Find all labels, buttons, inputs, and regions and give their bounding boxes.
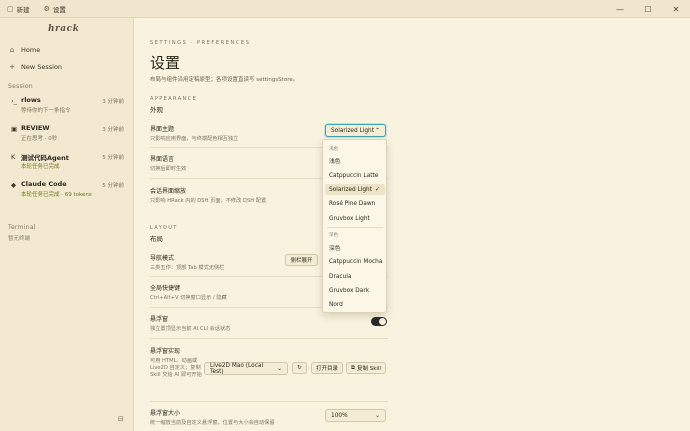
doc-icon: ▣: [11, 125, 18, 133]
check-icon: ✓: [374, 186, 380, 193]
floating-toggle[interactable]: [371, 317, 387, 326]
theme-option[interactable]: Catppuccin Mocha: [325, 256, 385, 267]
session-status: 本轮任务已完成 · 69 tokens: [21, 192, 92, 198]
page-title: 设置: [150, 54, 181, 72]
theme-option[interactable]: Gruvbox Dark: [325, 285, 385, 296]
copy-skill-button[interactable]: ⧉ 复制 Skill: [346, 362, 386, 374]
minimize-icon[interactable]: —: [606, 0, 634, 18]
session-item-claude-code[interactable]: ◆ Claude Code 5 分钟前 本轮任务已完成 · 69 tokens: [8, 178, 126, 200]
floating-size-value: 100%: [331, 412, 348, 419]
file-icon: ▢: [7, 4, 14, 13]
tab-settings-label: 设置: [52, 5, 66, 14]
chevron-down-icon: ⌄: [277, 365, 282, 372]
theme-option[interactable]: Rosé Pine Dawn: [325, 198, 385, 209]
collapse-sidebar-icon[interactable]: ⊟: [118, 415, 124, 423]
settings-main: SETTINGS · PREFERENCES 设置 布局与组件沿用定稿原型；各项…: [134, 18, 690, 431]
copy-icon: ⧉: [351, 364, 355, 371]
theme-option[interactable]: Catppuccin Latte: [325, 170, 385, 181]
session-status: 本轮任务已完成: [21, 164, 60, 170]
open-dir-button[interactable]: 打开目录: [311, 362, 343, 374]
terminal-section-label: Terminal: [8, 224, 36, 231]
refresh-button[interactable]: ↻: [292, 362, 307, 374]
theme-option[interactable]: Dracula: [325, 271, 385, 282]
floating-hint: 独立置顶显示当前 AI CLI 会话状态: [150, 326, 231, 332]
theme-option[interactable]: Gruvbox Light: [325, 213, 385, 224]
agent-icon: K: [11, 153, 16, 161]
divider: [150, 401, 388, 402]
window-controls: — ☐ ✕: [606, 0, 690, 18]
refresh-icon: ↻: [297, 365, 302, 371]
floating-impl-label: 悬浮窗实现: [150, 348, 181, 355]
layout-title: 布局: [150, 235, 163, 243]
floating-impl-row: 悬浮窗实现 可用 HTML、动画或 Live2D 自定义；复制 Skill 交给…: [150, 346, 208, 379]
theme-option[interactable]: 深色: [325, 242, 385, 253]
session-time: 3 分钟前: [102, 99, 124, 105]
theme-dropdown: 浅色 浅色 Catppuccin Latte Solarized Light ✓…: [322, 139, 387, 313]
session-name: rlows: [21, 96, 41, 104]
session-time: 3 分钟前: [102, 127, 124, 133]
session-item-review[interactable]: ▣ REVIEW 3 分钟前 正在思考 · 0秒: [8, 122, 126, 144]
appearance-title: 外观: [150, 106, 163, 114]
sidebar-item-home[interactable]: ⌂ Home: [8, 46, 40, 54]
dropdown-group-dark: 深色: [329, 233, 338, 238]
session-name: 测试代码Agent: [21, 154, 69, 162]
sidebar: hrack ⌂ Home + New Session Session ›_ rl…: [0, 18, 134, 431]
chevron-down-icon: ⌄: [375, 412, 380, 419]
tab-settings[interactable]: ⚙ 设置: [37, 0, 73, 18]
session-item-rlows[interactable]: ›_ rlows 3 分钟前 等待你的下一条指令: [8, 94, 126, 116]
appearance-eyebrow: APPEARANCE: [150, 96, 198, 102]
floating-impl-select[interactable]: Live2D Mao (Local Test) ⌄: [204, 362, 288, 375]
tab-new-label: 新建: [16, 5, 30, 14]
theme-select-value: Solarized Light: [331, 127, 374, 134]
terminal-empty-text: 暂无终端: [8, 236, 31, 242]
tab-new[interactable]: ▢ 新建: [0, 0, 37, 18]
page-description: 布局与组件沿用定稿原型；各项设置直读写 settingsStore。: [150, 77, 299, 83]
session-name: Claude Code: [21, 180, 67, 188]
session-item-test-agent[interactable]: K 测试代码Agent 5 分钟前 本轮任务已完成: [8, 150, 126, 172]
layout-eyebrow: LAYOUT: [150, 225, 178, 231]
floating-impl-hint: 可用 HTML、动画或 Live2D 自定义；复制 Skill 交给 AI 即可…: [150, 358, 202, 378]
floating-size-select[interactable]: 100% ⌄: [325, 409, 386, 422]
theme-option[interactable]: Nord: [325, 299, 385, 310]
session-name: REVIEW: [21, 124, 50, 132]
theme-option[interactable]: 浅色: [325, 155, 385, 166]
sidebar-expand-button[interactable]: 侧栏展开: [285, 254, 318, 266]
dropdown-group-light: 浅色: [329, 147, 338, 152]
claude-icon: ◆: [11, 181, 16, 189]
theme-option-selected[interactable]: Solarized Light ✓: [325, 184, 385, 195]
sidebar-item-label: Home: [21, 46, 41, 54]
copy-skill-label: 复制 Skill: [356, 366, 381, 372]
divider: [150, 338, 388, 339]
floating-row: 悬浮窗 独立置顶显示当前 AI CLI 会话状态: [150, 314, 390, 333]
plus-icon: +: [9, 63, 15, 71]
session-status: 等待你的下一条指令: [21, 108, 71, 114]
maximize-icon[interactable]: ☐: [634, 0, 662, 18]
session-time: 5 分钟前: [102, 155, 124, 161]
dropdown-divider: [327, 227, 383, 228]
session-section-label: Session: [8, 83, 33, 90]
sidebar-item-label: New Session: [21, 63, 63, 71]
sidebar-item-new-session[interactable]: + New Session: [8, 63, 62, 71]
terminal-icon: ›_: [11, 97, 17, 105]
settings-icon: ⚙: [43, 4, 50, 13]
floating-impl-value: Live2D Mao (Local Test): [210, 362, 264, 375]
breadcrumb: SETTINGS · PREFERENCES: [150, 40, 251, 46]
theme-option-label: Solarized Light: [329, 186, 372, 193]
home-icon: ⌂: [9, 46, 15, 54]
brand-logo: hrack: [48, 24, 80, 34]
theme-select[interactable]: Solarized Light ⌃: [325, 124, 386, 137]
close-icon[interactable]: ✕: [662, 0, 690, 18]
floating-label: 悬浮窗: [150, 316, 169, 323]
title-bar: ▢ 新建 ⚙ 设置 — ☐ ✕: [0, 0, 690, 18]
chevron-up-icon: ⌃: [375, 127, 380, 134]
session-status: 正在思考 · 0秒: [21, 136, 58, 142]
session-time: 5 分钟前: [102, 183, 124, 189]
